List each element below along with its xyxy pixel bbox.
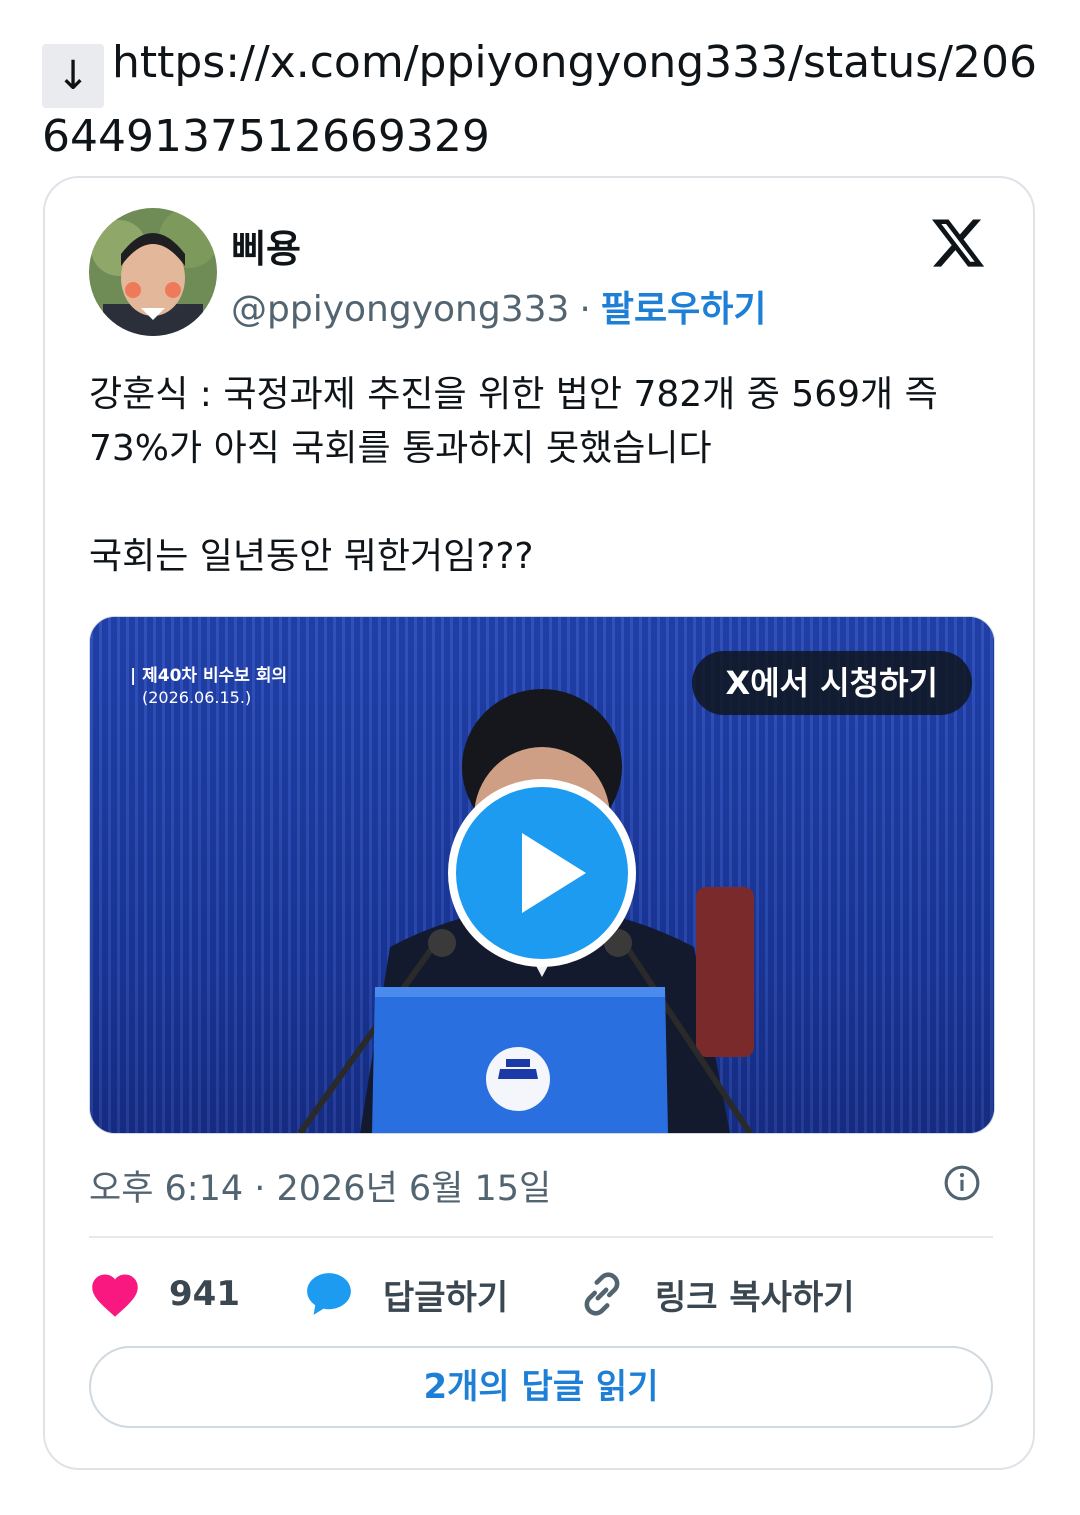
action-bar: 941 답글하기 링크 복사하기 xyxy=(89,1264,993,1324)
watch-on-x-button[interactable]: X에서 시청하기 xyxy=(691,651,972,715)
like-button[interactable]: 941 xyxy=(89,1264,240,1324)
info-icon[interactable] xyxy=(943,1164,981,1202)
heart-icon xyxy=(92,1274,138,1317)
link-icon xyxy=(584,1272,620,1316)
handle-row: @ppiyongyong333 · 팔로우하기 xyxy=(231,280,766,332)
video-player[interactable]: | 제40차 비수보 회의 (2026.06.15.) X에서 시청하기 xyxy=(89,616,995,1134)
read-replies-button[interactable]: 2개의 답글 읽기 xyxy=(89,1346,993,1428)
tweet-text: 강훈식 : 국정과제 추진을 위한 법안 782개 중 569개 즉 73%가 … xyxy=(89,374,938,577)
like-count: 941 xyxy=(169,1274,240,1314)
follow-button[interactable]: 팔로우하기 xyxy=(601,289,767,330)
tweet-embed-card: 삐용 @ppiyongyong333 · 팔로우하기 강훈식 : 국정과제 추진을 … xyxy=(43,176,1035,1470)
video-caption: | 제40차 비수보 회의 (2026.06.15.) xyxy=(130,665,287,709)
divider xyxy=(89,1236,993,1238)
reply-button[interactable]: 답글하기 xyxy=(303,1264,508,1324)
separator-dot: · xyxy=(579,289,591,330)
avatar-image xyxy=(89,208,217,336)
tweet-url[interactable]: https://x.com/ppiyongyong333/status/2066… xyxy=(42,37,1037,162)
play-icon xyxy=(522,833,586,913)
download-arrow-icon[interactable]: ↓ xyxy=(42,44,104,108)
play-button[interactable] xyxy=(448,779,636,967)
caption-title: | 제40차 비수보 회의 xyxy=(130,666,288,686)
caption-date: (2026.06.15.) xyxy=(142,688,252,707)
avatar[interactable] xyxy=(89,208,217,336)
reply-label: 답글하기 xyxy=(383,1277,509,1318)
user-handle[interactable]: @ppiyongyong333 xyxy=(231,289,569,330)
copy-link-label: 링크 복사하기 xyxy=(655,1277,855,1318)
download-link-line[interactable]: ↓ https://x.com/ppiyongyong333/status/206… xyxy=(42,34,1042,166)
display-name[interactable]: 삐용 xyxy=(231,218,301,273)
x-logo-icon[interactable] xyxy=(929,214,987,272)
reply-bubble-icon xyxy=(307,1273,351,1315)
copy-link-button[interactable]: 링크 복사하기 xyxy=(577,1264,855,1324)
tweet-timestamp[interactable]: 오후 6:14 · 2026년 6월 15일 xyxy=(89,1160,551,1211)
